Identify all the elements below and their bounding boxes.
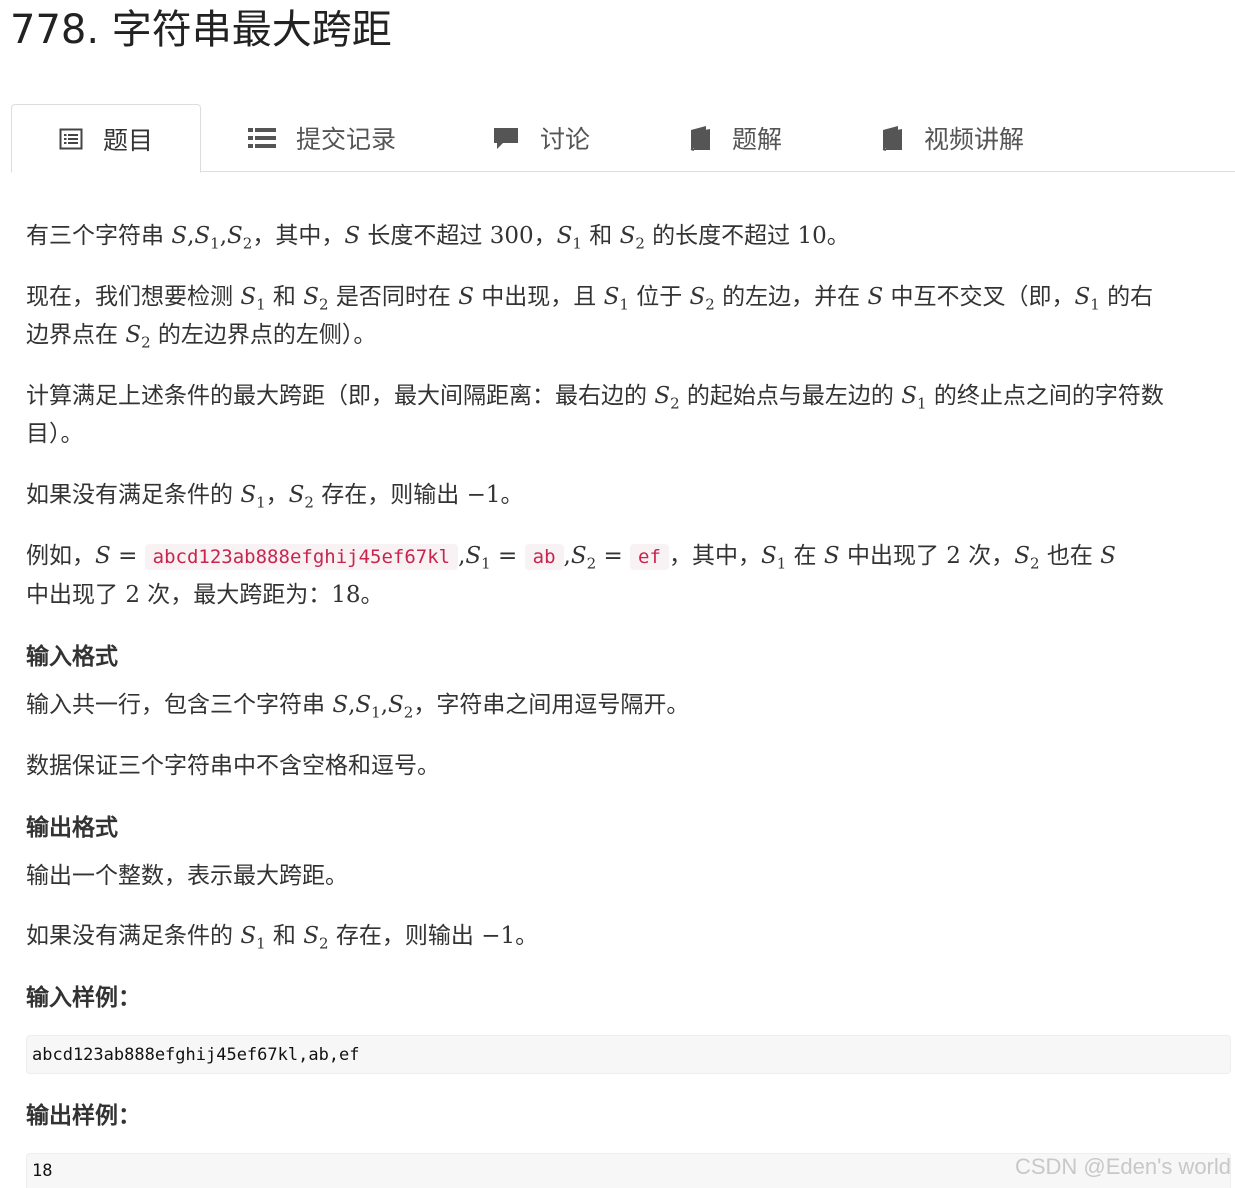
book-icon (688, 125, 712, 151)
paragraph-definition: 计算满足上述条件的最大跨距（即，最大间隔距离：最右边的 S2 的起始点与最左边的… (26, 383, 1164, 413)
paragraph-example-line2: 中出现了 2 次，最大跨距为：18。 (26, 582, 384, 608)
sample-input-heading: 输入样例： (26, 985, 141, 1011)
tab-label: 讨论 (540, 125, 591, 154)
tab-discussion[interactable]: 讨论 (492, 104, 590, 172)
tab-bar: 题目 提交记录 讨论 题解 视频讲解 (11, 104, 1235, 173)
inline-code: abcd123ab888efghij45ef67kl (144, 544, 459, 570)
sample-output-heading: 输出样例： (26, 1103, 141, 1129)
paragraph-definition-line2: 目）。 (26, 421, 84, 447)
tab-label: 题解 (732, 125, 783, 154)
input-format-heading: 输入格式 (26, 644, 118, 670)
tab-problem[interactable]: 题目 (11, 104, 201, 173)
list-alt-icon (59, 127, 83, 151)
sample-input-code[interactable]: abcd123ab888efghij45ef67kl,ab,ef (26, 1035, 1231, 1074)
tab-submissions[interactable]: 提交记录 (248, 104, 396, 172)
book-icon (880, 125, 904, 151)
input-format-line1: 输入共一行，包含三个字符串 S,S1,S2，字符串之间用逗号隔开。 (26, 692, 690, 722)
paragraph-no-solution: 如果没有满足条件的 S1，S2 存在，则输出 −1。 (26, 482, 524, 512)
comment-icon (492, 126, 520, 150)
output-format-heading: 输出格式 (26, 815, 118, 841)
output-format-line2: 如果没有满足条件的 S1 和 S2 存在，则输出 −1。 (26, 923, 539, 953)
paragraph-constraints: 有三个字符串 S,S1,S2，其中，S 长度不超过 300，S1 和 S2 的长… (26, 223, 850, 253)
tab-label: 提交记录 (296, 125, 397, 154)
tab-solutions[interactable]: 题解 (688, 104, 782, 172)
inline-code: ef (630, 544, 669, 570)
output-format-line1: 输出一个整数，表示最大跨距。 (26, 863, 348, 889)
page-title: 778. 字符串最大跨距 (10, 7, 392, 53)
tab-label: 视频讲解 (924, 125, 1025, 154)
input-format-line2: 数据保证三个字符串中不含空格和逗号。 (26, 753, 440, 779)
paragraph-task-line2: 边界点在 S2 的左边界点的左侧）。 (26, 322, 377, 352)
watermark: CSDN @Eden's world (1014, 1154, 1231, 1179)
list-icon (248, 126, 276, 150)
inline-code: ab (524, 544, 564, 570)
tab-label: 题目 (103, 125, 154, 155)
tab-video[interactable]: 视频讲解 (880, 104, 1024, 172)
